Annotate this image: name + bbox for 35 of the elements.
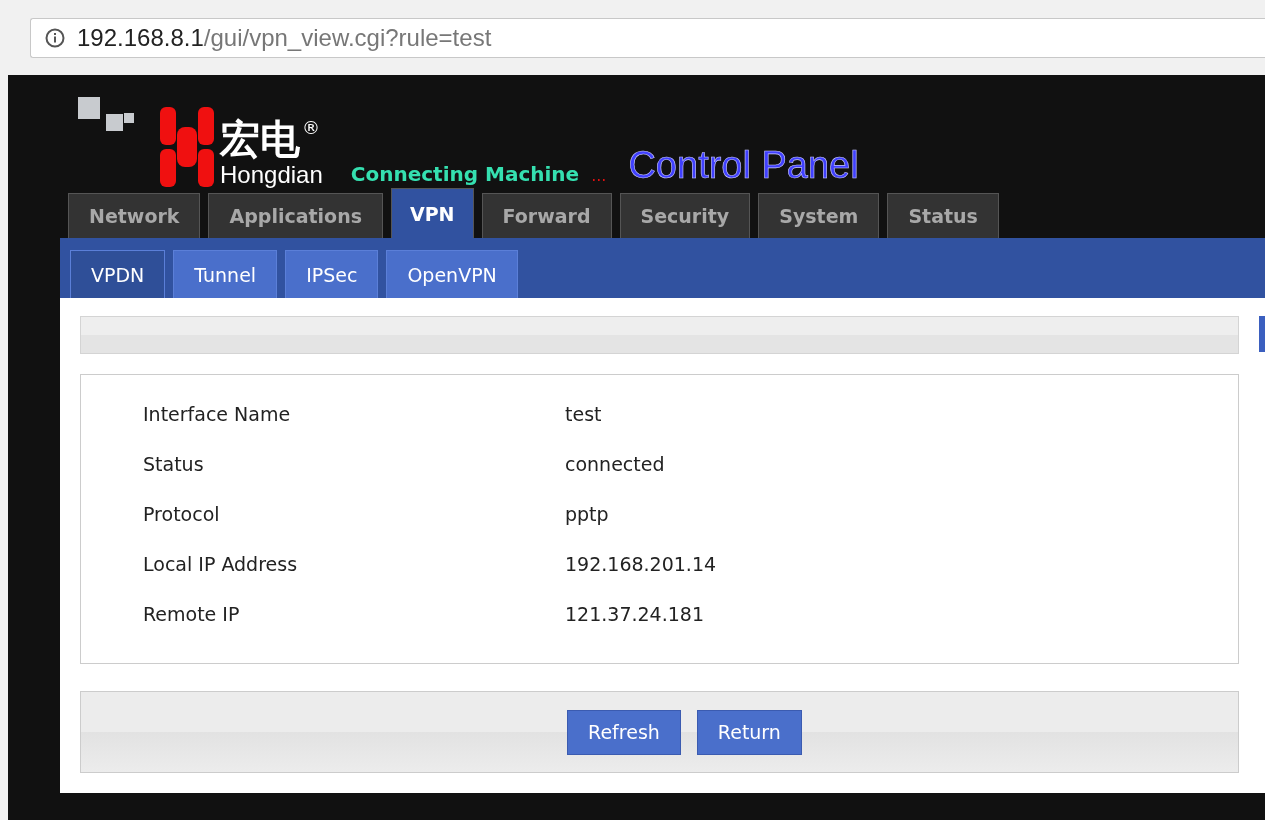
address-bar[interactable]: 192.168.8.1/gui/vpn_view.cgi?rule=test bbox=[30, 18, 1265, 58]
main-tab[interactable]: VPN bbox=[391, 188, 474, 238]
sub-tab[interactable]: OpenVPN bbox=[386, 250, 518, 298]
main-tab[interactable]: Forward bbox=[481, 193, 612, 238]
brand-name: 宏电 bbox=[220, 119, 300, 159]
ellipsis: ... bbox=[591, 166, 607, 185]
main-tab[interactable]: Applications bbox=[208, 193, 383, 238]
sub-tab[interactable]: Tunnel bbox=[173, 250, 278, 298]
field-label: Protocol bbox=[143, 503, 221, 526]
brand-logo-icon bbox=[160, 107, 214, 187]
field-value: pptp bbox=[565, 503, 609, 526]
main-tab[interactable]: Security bbox=[619, 193, 751, 238]
main-tab[interactable]: Status bbox=[887, 193, 999, 238]
main-tab[interactable]: Network bbox=[68, 193, 201, 238]
sub-tab[interactable]: IPSec bbox=[285, 250, 379, 298]
page-title: Control Panel bbox=[628, 144, 859, 187]
side-panel-header bbox=[1259, 316, 1265, 352]
field-value: test bbox=[565, 403, 602, 426]
url-path: /gui/vpn_view.cgi?rule=test bbox=[203, 24, 492, 52]
field-label: Remote IP bbox=[143, 603, 241, 626]
field-value: connected bbox=[565, 453, 665, 476]
action-button[interactable]: Return bbox=[696, 709, 802, 755]
registered-mark: ® bbox=[302, 119, 320, 137]
brand-name-latin: Hongdian bbox=[220, 163, 323, 187]
tagline: Connecting Machine bbox=[350, 162, 580, 186]
field-value: 121.37.24.181 bbox=[565, 603, 704, 626]
info-icon[interactable] bbox=[45, 28, 65, 48]
field-label: Local IP Address bbox=[143, 553, 299, 576]
field-label: Status bbox=[143, 453, 205, 476]
sub-tab[interactable]: VPDN bbox=[70, 250, 166, 298]
field-value: 192.168.201.14 bbox=[565, 553, 717, 576]
main-tab[interactable]: System bbox=[758, 193, 880, 238]
url-host: 192.168.8.1 bbox=[77, 24, 204, 52]
action-button[interactable]: Refresh bbox=[567, 709, 681, 755]
field-label: Interface Name bbox=[143, 403, 292, 426]
